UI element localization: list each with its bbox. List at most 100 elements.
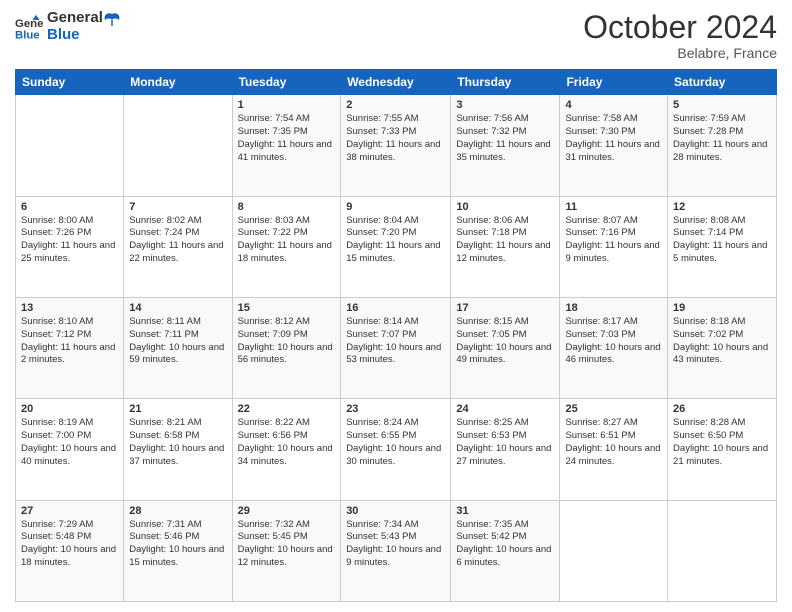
day-detail: Sunrise: 7:32 AM Sunset: 5:45 PM Dayligh… — [238, 519, 336, 570]
day-detail: Sunrise: 8:12 AM Sunset: 7:09 PM Dayligh… — [238, 316, 336, 367]
calendar-cell: 7 Sunrise: 8:02 AM Sunset: 7:24 PM Daylig… — [124, 196, 232, 297]
day-number: 18 — [565, 302, 662, 314]
logo-blue: Blue — [47, 27, 103, 44]
calendar-cell: 1Sunrise: 7:54 AM Sunset: 7:35 PM Daylig… — [232, 95, 341, 196]
day-number: 5 — [673, 99, 771, 111]
day-number: 20 — [21, 403, 118, 415]
calendar-header-row: SundayMondayTuesdayWednesdayThursdayFrid… — [16, 70, 777, 95]
calendar-cell: 18Sunrise: 8:17 AM Sunset: 7:03 PM Dayli… — [560, 297, 668, 398]
calendar-cell: 17Sunrise: 8:15 AM Sunset: 7:05 PM Dayli… — [451, 297, 560, 398]
day-number: 23 — [346, 403, 445, 415]
calendar-cell: 27 Sunrise: 7:29 AM Sunset: 5:48 PM Dayli… — [16, 500, 124, 601]
day-detail: Sunrise: 7:54 AM Sunset: 7:35 PM Dayligh… — [238, 113, 336, 164]
day-number: 16 — [346, 302, 445, 314]
day-number: 13 — [21, 302, 118, 314]
calendar-week-2: 6 Sunrise: 8:00 AM Sunset: 7:26 PM Daylig… — [16, 196, 777, 297]
day-number: 6 — [21, 201, 118, 213]
weekday-header-thursday: Thursday — [451, 70, 560, 95]
day-number: 12 — [673, 201, 771, 213]
day-number: 15 — [238, 302, 336, 314]
day-detail: Sunrise: 7:29 AM Sunset: 5:48 PM Dayligh… — [21, 519, 118, 570]
day-detail: Sunrise: 8:11 AM Sunset: 7:11 PM Dayligh… — [129, 316, 226, 367]
calendar-cell: 15 Sunrise: 8:12 AM Sunset: 7:09 PM Dayli… — [232, 297, 341, 398]
day-number: 29 — [238, 505, 336, 517]
calendar-cell: 24Sunrise: 8:25 AM Sunset: 6:53 PM Dayli… — [451, 399, 560, 500]
day-number: 27 — [21, 505, 118, 517]
calendar-cell: 22 Sunrise: 8:22 AM Sunset: 6:56 PM Dayli… — [232, 399, 341, 500]
calendar-cell: 14 Sunrise: 8:11 AM Sunset: 7:11 PM Dayli… — [124, 297, 232, 398]
day-detail: Sunrise: 8:10 AM Sunset: 7:12 PM Dayligh… — [21, 316, 118, 367]
day-detail: Sunrise: 8:19 AM Sunset: 7:00 PM Dayligh… — [21, 417, 118, 468]
calendar-cell: 5 Sunrise: 7:59 AM Sunset: 7:28 PM Daylig… — [668, 95, 777, 196]
day-detail: Sunrise: 8:02 AM Sunset: 7:24 PM Dayligh… — [129, 215, 226, 266]
calendar-cell: 21 Sunrise: 8:21 AM Sunset: 6:58 PM Dayli… — [124, 399, 232, 500]
calendar-cell: 2 Sunrise: 7:55 AM Sunset: 7:33 PM Daylig… — [341, 95, 451, 196]
calendar-cell: 31 Sunrise: 7:35 AM Sunset: 5:42 PM Dayli… — [451, 500, 560, 601]
day-detail: Sunrise: 8:25 AM Sunset: 6:53 PM Dayligh… — [456, 417, 554, 468]
day-number: 30 — [346, 505, 445, 517]
calendar-cell: 10Sunrise: 8:06 AM Sunset: 7:18 PM Dayli… — [451, 196, 560, 297]
weekday-header-friday: Friday — [560, 70, 668, 95]
calendar-cell: 13 Sunrise: 8:10 AM Sunset: 7:12 PM Dayli… — [16, 297, 124, 398]
day-detail: Sunrise: 7:35 AM Sunset: 5:42 PM Dayligh… — [456, 519, 554, 570]
calendar-week-3: 13 Sunrise: 8:10 AM Sunset: 7:12 PM Dayli… — [16, 297, 777, 398]
day-number: 22 — [238, 403, 336, 415]
calendar-cell: 29 Sunrise: 7:32 AM Sunset: 5:45 PM Dayli… — [232, 500, 341, 601]
calendar-cell: 4Sunrise: 7:58 AM Sunset: 7:30 PM Daylig… — [560, 95, 668, 196]
day-detail: Sunrise: 8:00 AM Sunset: 7:26 PM Dayligh… — [21, 215, 118, 266]
day-number: 21 — [129, 403, 226, 415]
page: General Blue General Blue October 2024 B… — [0, 0, 792, 612]
day-detail: Sunrise: 7:59 AM Sunset: 7:28 PM Dayligh… — [673, 113, 771, 164]
header: General Blue General Blue October 2024 B… — [15, 10, 777, 61]
day-detail: Sunrise: 8:04 AM Sunset: 7:20 PM Dayligh… — [346, 215, 445, 266]
calendar-cell — [668, 500, 777, 601]
month-title: October 2024 — [583, 10, 777, 45]
day-detail: Sunrise: 8:15 AM Sunset: 7:05 PM Dayligh… — [456, 316, 554, 367]
day-detail: Sunrise: 8:27 AM Sunset: 6:51 PM Dayligh… — [565, 417, 662, 468]
day-detail: Sunrise: 8:24 AM Sunset: 6:55 PM Dayligh… — [346, 417, 445, 468]
day-detail: Sunrise: 7:34 AM Sunset: 5:43 PM Dayligh… — [346, 519, 445, 570]
day-number: 19 — [673, 302, 771, 314]
day-detail: Sunrise: 8:28 AM Sunset: 6:50 PM Dayligh… — [673, 417, 771, 468]
weekday-header-sunday: Sunday — [16, 70, 124, 95]
day-detail: Sunrise: 8:22 AM Sunset: 6:56 PM Dayligh… — [238, 417, 336, 468]
day-detail: Sunrise: 7:31 AM Sunset: 5:46 PM Dayligh… — [129, 519, 226, 570]
calendar-week-4: 20 Sunrise: 8:19 AM Sunset: 7:00 PM Dayli… — [16, 399, 777, 500]
calendar-cell: 28 Sunrise: 7:31 AM Sunset: 5:46 PM Dayli… — [124, 500, 232, 601]
calendar-cell: 20 Sunrise: 8:19 AM Sunset: 7:00 PM Dayli… — [16, 399, 124, 500]
day-detail: Sunrise: 8:07 AM Sunset: 7:16 PM Dayligh… — [565, 215, 662, 266]
day-detail: Sunrise: 8:18 AM Sunset: 7:02 PM Dayligh… — [673, 316, 771, 367]
weekday-header-saturday: Saturday — [668, 70, 777, 95]
location: Belabre, France — [583, 45, 777, 61]
calendar-cell: 6 Sunrise: 8:00 AM Sunset: 7:26 PM Daylig… — [16, 196, 124, 297]
day-detail: Sunrise: 8:03 AM Sunset: 7:22 PM Dayligh… — [238, 215, 336, 266]
day-detail: Sunrise: 8:14 AM Sunset: 7:07 PM Dayligh… — [346, 316, 445, 367]
day-number: 2 — [346, 99, 445, 111]
day-number: 10 — [456, 201, 554, 213]
calendar-cell: 9Sunrise: 8:04 AM Sunset: 7:20 PM Daylig… — [341, 196, 451, 297]
calendar-week-5: 27 Sunrise: 7:29 AM Sunset: 5:48 PM Dayli… — [16, 500, 777, 601]
title-block: October 2024 Belabre, France — [583, 10, 777, 61]
day-number: 28 — [129, 505, 226, 517]
calendar-cell: 16 Sunrise: 8:14 AM Sunset: 7:07 PM Dayli… — [341, 297, 451, 398]
calendar-cell: 25Sunrise: 8:27 AM Sunset: 6:51 PM Dayli… — [560, 399, 668, 500]
day-number: 3 — [456, 99, 554, 111]
day-detail: Sunrise: 8:21 AM Sunset: 6:58 PM Dayligh… — [129, 417, 226, 468]
calendar-table: SundayMondayTuesdayWednesdayThursdayFrid… — [15, 69, 777, 602]
day-number: 31 — [456, 505, 554, 517]
calendar-cell: 3Sunrise: 7:56 AM Sunset: 7:32 PM Daylig… — [451, 95, 560, 196]
calendar-cell — [16, 95, 124, 196]
day-number: 8 — [238, 201, 336, 213]
calendar-cell: 26Sunrise: 8:28 AM Sunset: 6:50 PM Dayli… — [668, 399, 777, 500]
day-detail: Sunrise: 7:55 AM Sunset: 7:33 PM Dayligh… — [346, 113, 445, 164]
day-number: 14 — [129, 302, 226, 314]
calendar-cell: 8 Sunrise: 8:03 AM Sunset: 7:22 PM Daylig… — [232, 196, 341, 297]
calendar-cell: 23 Sunrise: 8:24 AM Sunset: 6:55 PM Dayli… — [341, 399, 451, 500]
day-number: 7 — [129, 201, 226, 213]
weekday-header-tuesday: Tuesday — [232, 70, 341, 95]
day-detail: Sunrise: 7:58 AM Sunset: 7:30 PM Dayligh… — [565, 113, 662, 164]
logo-icon: General Blue — [15, 13, 43, 41]
weekday-header-monday: Monday — [124, 70, 232, 95]
calendar-cell: 19 Sunrise: 8:18 AM Sunset: 7:02 PM Dayli… — [668, 297, 777, 398]
calendar-cell — [560, 500, 668, 601]
